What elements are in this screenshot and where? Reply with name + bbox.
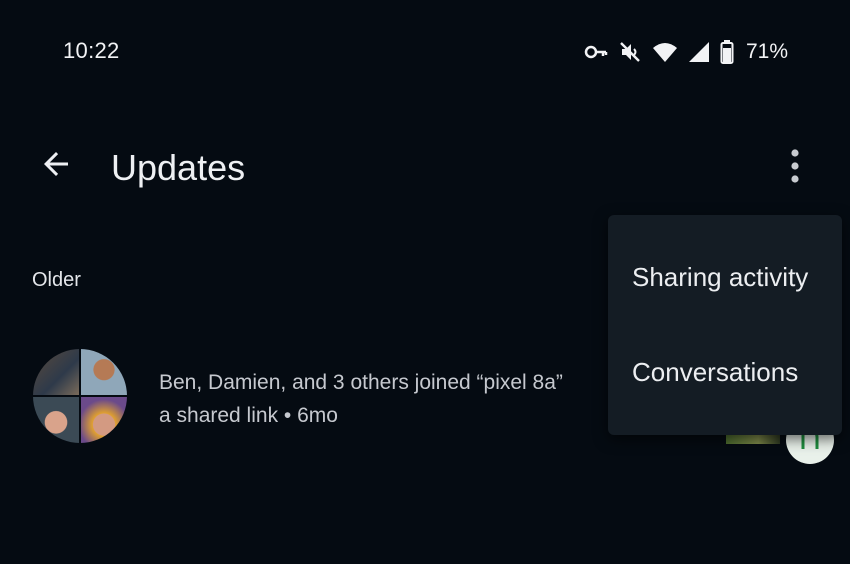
more-vert-icon [791,149,799,183]
status-time: 10:22 [63,38,120,63]
back-button[interactable] [32,140,80,188]
section-header-older: Older [32,269,81,291]
avatar [81,397,127,443]
status-bar: 10:22 71% [0,0,850,100]
avatar [33,397,79,443]
update-line-2: a shared link • 6mo [159,404,338,427]
overflow-menu: Sharing activity Conversations [608,215,842,435]
avatar-group [33,349,127,443]
mute-icon [620,42,640,62]
wifi-icon [652,43,677,62]
menu-item-conversations[interactable]: Conversations [608,325,842,419]
app-bar: Updates [0,120,850,210]
menu-item-sharing-activity[interactable]: Sharing activity [608,230,842,324]
avatar [81,349,127,395]
battery-icon [720,40,734,64]
page-title: Updates [111,147,246,188]
update-line-1: Ben, Damien, and 3 others joined “pixel … [159,371,563,394]
battery-percent: 71% [745,40,788,63]
menu-item-label: Sharing activity [632,261,809,292]
more-options-button[interactable] [771,142,819,190]
avatar [33,349,79,395]
status-icons: 71% [584,38,788,66]
update-description: Ben, Damien, and 3 others joined “pixel … [159,366,609,432]
vpn-key-icon [584,45,608,59]
signal-icon [688,42,709,62]
menu-item-label: Conversations [632,356,799,387]
arrow-back-icon [44,152,68,176]
